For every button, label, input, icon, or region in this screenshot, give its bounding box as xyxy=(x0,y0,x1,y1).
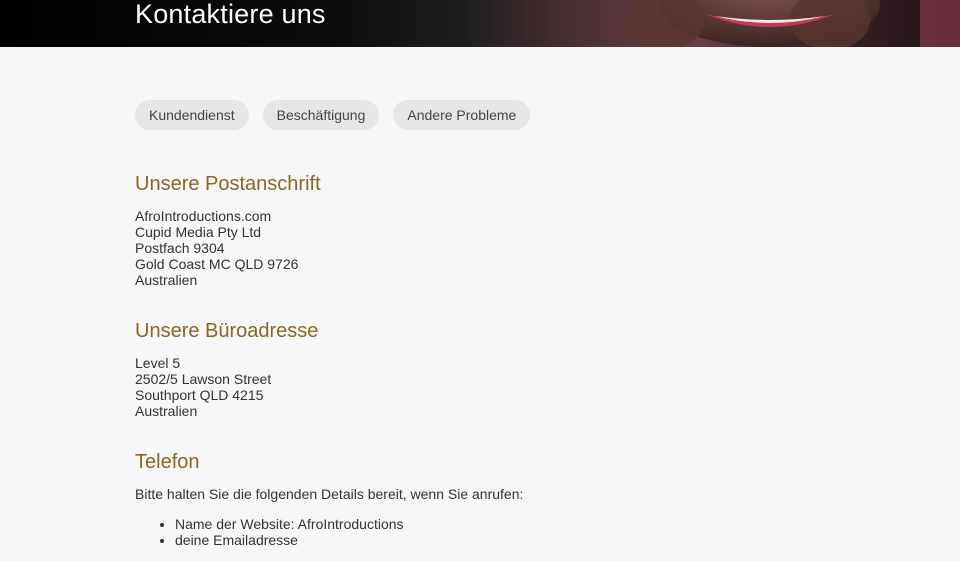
postal-address-heading: Unsere Postanschrift xyxy=(135,173,321,195)
hero-photo xyxy=(625,0,960,47)
phone-details-list: Name der Website: AfroIntroductions dein… xyxy=(135,516,523,548)
address-line: Cupid Media Pty Ltd xyxy=(135,224,262,240)
address-line: AfroIntroductions.com xyxy=(135,208,272,224)
address-line: Australien xyxy=(135,403,198,419)
office-address-lines: Level 5 2502/5 Lawson Street Southport Q… xyxy=(135,355,318,419)
address-line: Australien xyxy=(135,272,198,288)
office-address-heading: Unsere Büroadresse xyxy=(135,320,319,342)
postal-address-section: Unsere Postanschrift AfroIntroductions.c… xyxy=(135,172,321,288)
phone-intro: Bitte halten Sie die folgenden Details b… xyxy=(135,486,524,502)
postal-address-lines: AfroIntroductions.com Cupid Media Pty Lt… xyxy=(135,208,321,288)
address-line: Postfach 9304 xyxy=(135,240,225,256)
phone-section: Telefon Bitte halten Sie die folgenden D… xyxy=(135,450,523,548)
list-item: Name der Website: AfroIntroductions xyxy=(175,516,523,532)
tab-kundendienst[interactable]: Kundendienst xyxy=(135,100,249,130)
address-line: Level 5 xyxy=(135,355,181,371)
page-title: Kontaktiere uns xyxy=(135,0,326,29)
hero-banner: Kontaktiere uns xyxy=(0,0,960,47)
contact-tabs: Kundendienst Beschäftigung Andere Proble… xyxy=(135,100,531,130)
address-line: Gold Coast MC QLD 9726 xyxy=(135,256,299,272)
address-line: 2502/5 Lawson Street xyxy=(135,371,272,387)
office-address-section: Unsere Büroadresse Level 5 2502/5 Lawson… xyxy=(135,319,318,419)
list-item: deine Emailadresse xyxy=(175,532,523,548)
phone-heading: Telefon xyxy=(135,451,200,473)
tab-beschaeftigung[interactable]: Beschäftigung xyxy=(262,100,380,130)
address-line: Southport QLD 4215 xyxy=(135,387,264,403)
tab-andere-probleme[interactable]: Andere Probleme xyxy=(393,100,531,130)
